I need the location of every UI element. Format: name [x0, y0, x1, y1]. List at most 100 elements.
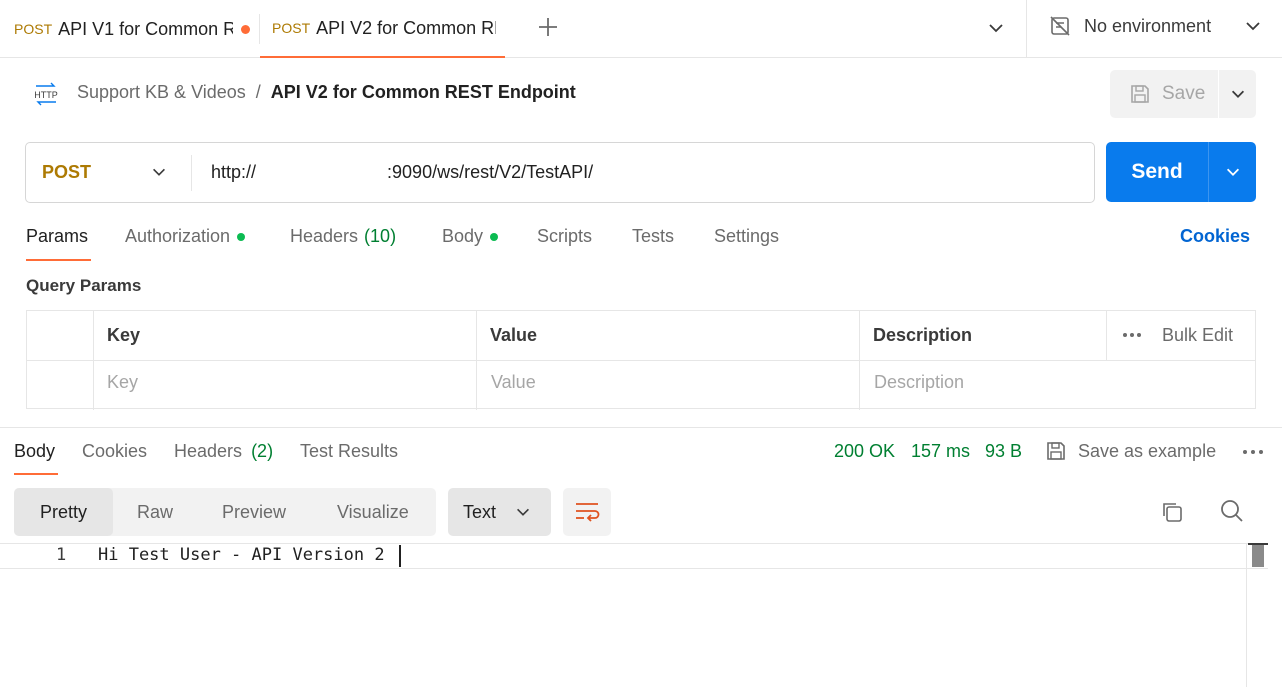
tab-params[interactable]: Params [26, 226, 88, 247]
request-tab-v2[interactable]: POST API V2 for Common RE [260, 0, 505, 58]
format-select[interactable]: Text [448, 488, 551, 536]
view-mode-visualize[interactable]: Visualize [337, 488, 409, 536]
view-mode-raw[interactable]: Raw [137, 488, 173, 536]
value-input[interactable]: Value [491, 372, 536, 393]
column-divider [859, 311, 860, 410]
tab-list-chevron-down-icon[interactable] [986, 18, 1006, 38]
wrap-lines-icon [574, 501, 600, 523]
status-dot-icon [490, 232, 499, 241]
search-icon[interactable] [1220, 499, 1244, 523]
save-as-example-label: Save as example [1078, 440, 1217, 461]
headers-count: (10) [364, 226, 397, 246]
key-input[interactable]: Key [107, 372, 138, 393]
tab-name: API V1 for Common RE [58, 18, 233, 39]
response-tab-cookies[interactable]: Cookies [82, 441, 147, 462]
send-dropdown-button[interactable] [1209, 142, 1256, 202]
send-button-group: Send [1106, 142, 1256, 202]
url-prefix: http:// [211, 162, 257, 182]
url-suffix: :9090/ws/rest/V2/TestAPI/ [387, 162, 594, 182]
status-code[interactable]: 200 OK [834, 441, 895, 462]
table-divider [27, 360, 1255, 361]
active-tab-underline [14, 473, 58, 475]
new-tab-plus-icon[interactable] [536, 15, 560, 39]
send-label: Send [1131, 160, 1183, 183]
tab-settings[interactable]: Settings [714, 226, 779, 247]
save-as-example-button[interactable]: Save as example [1044, 439, 1216, 463]
copy-icon[interactable] [1160, 500, 1184, 524]
request-title[interactable]: API V2 for Common REST Endpoint [271, 82, 576, 103]
save-label: Save [1162, 83, 1206, 104]
tab-params-label: Params [26, 226, 89, 246]
column-divider [1106, 311, 1107, 360]
request-tab-bar: POST API V1 for Common RE POST API V2 fo… [0, 0, 1282, 58]
save-button-group: Save [1110, 70, 1256, 118]
tab-scripts-label: Scripts [537, 226, 593, 246]
unsaved-indicator-icon [241, 24, 250, 34]
column-divider [476, 311, 477, 410]
editor-scrollbar-thumb[interactable] [1252, 545, 1264, 567]
column-divider [93, 311, 94, 410]
bulk-edit-button[interactable]: Bulk Edit [1162, 325, 1233, 346]
method-select[interactable]: POST [26, 143, 191, 202]
environment-label: No environment [1084, 15, 1212, 36]
tab-scripts[interactable]: Scripts [537, 226, 592, 247]
save-icon [1128, 82, 1152, 106]
response-time[interactable]: 157 ms [911, 441, 970, 462]
response-tab-headers[interactable]: Headers (2) [174, 441, 273, 462]
wrap-lines-button[interactable] [563, 488, 611, 536]
response-headers-label: Headers [174, 441, 243, 461]
save-icon [1044, 439, 1068, 463]
url-input[interactable]: http:// :9090/ws/rest/V2/TestAPI/ [211, 143, 1091, 202]
view-mode-selector: Pretty Raw Preview Visualize [14, 488, 436, 536]
environment-selector[interactable]: No environment [1048, 14, 1263, 38]
editor-scroll-track [1246, 543, 1247, 687]
save-button[interactable]: Save [1110, 70, 1218, 118]
breadcrumb: Support KB & Videos / API V2 for Common … [77, 82, 576, 103]
more-options-icon[interactable] [1122, 327, 1142, 343]
query-params-table: Key Value Description Bulk Edit Key Valu… [26, 310, 1256, 410]
breadcrumb-collection[interactable]: Support KB & Videos [77, 82, 246, 103]
format-chevron-down-icon [514, 503, 532, 521]
view-mode-pretty[interactable]: Pretty [14, 488, 113, 536]
active-tab-underline [26, 259, 91, 261]
tab-authorization[interactable]: Authorization [125, 226, 246, 247]
breadcrumb-separator: / [255, 82, 261, 102]
editor-scrollbar-cap [1248, 543, 1268, 545]
response-tab-body[interactable]: Body [14, 441, 55, 462]
cookies-link-label: Cookies [1180, 226, 1251, 246]
chevron-down-icon [1229, 85, 1247, 103]
send-button[interactable]: Send [1106, 142, 1208, 202]
tab-method: POST [14, 21, 53, 37]
response-more-options-icon[interactable] [1242, 444, 1264, 460]
tab-authorization-label: Authorization [125, 226, 231, 246]
tab-tests-label: Tests [632, 226, 675, 246]
tab-headers[interactable]: Headers (10) [290, 226, 396, 247]
status-dot-icon [237, 232, 246, 241]
svg-text:HTTP: HTTP [34, 90, 58, 100]
env-divider [1026, 0, 1027, 58]
column-header-value: Value [490, 325, 538, 345]
http-request-icon: HTTP [32, 80, 60, 108]
pane-divider[interactable] [0, 427, 1282, 428]
no-environment-icon [1048, 14, 1072, 38]
description-input[interactable]: Description [874, 372, 964, 393]
tab-tests[interactable]: Tests [632, 226, 674, 247]
request-tab-v1[interactable]: POST API V1 for Common RE [14, 0, 250, 58]
response-body-text[interactable]: Hi Test User - API Version 2 [98, 545, 385, 565]
line-number: 1 [56, 545, 67, 565]
query-params-title: Query Params [26, 276, 142, 295]
method-divider [191, 155, 192, 191]
text-cursor [399, 545, 401, 567]
method-chevron-down-icon [150, 163, 168, 181]
response-tab-test-results[interactable]: Test Results [300, 441, 398, 462]
tab-body-label: Body [442, 226, 484, 246]
view-mode-preview[interactable]: Preview [222, 488, 286, 536]
method-label: POST [42, 162, 92, 182]
tab-method: POST [272, 20, 311, 36]
tab-settings-label: Settings [714, 226, 780, 246]
tab-body[interactable]: Body [442, 226, 499, 247]
save-dropdown-button[interactable] [1219, 70, 1256, 118]
response-size[interactable]: 93 B [985, 441, 1022, 462]
cookies-link[interactable]: Cookies [1180, 226, 1250, 247]
tab-headers-label: Headers [290, 226, 359, 246]
